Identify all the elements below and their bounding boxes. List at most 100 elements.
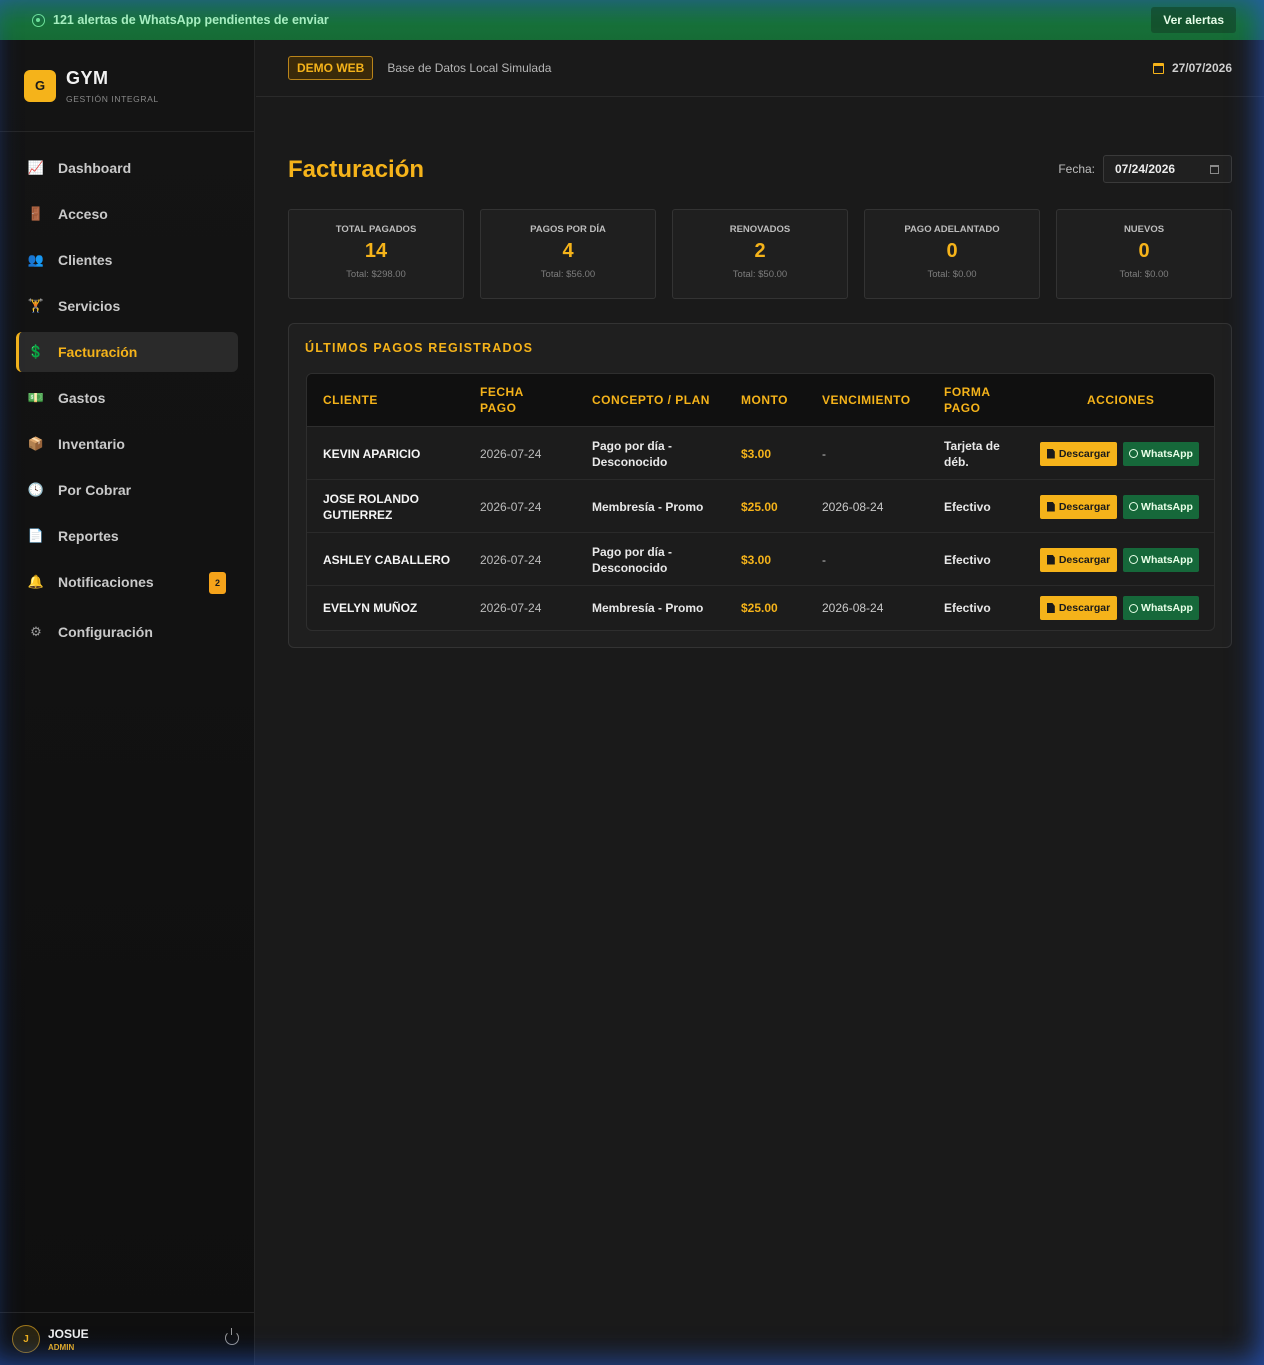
whatsapp-button[interactable]: WhatsApp: [1123, 596, 1199, 620]
gears-icon: ⚙: [30, 624, 42, 639]
whatsapp-button[interactable]: WhatsApp: [1123, 547, 1199, 572]
row-actions: Descargar WhatsApp: [1040, 596, 1199, 620]
file-pdf-icon: [1046, 501, 1055, 512]
sidebar-item-label: Acceso: [58, 206, 108, 222]
summary-card: NUEVOS 0 Total: $0.00: [1056, 209, 1232, 299]
card-value: 2: [754, 240, 766, 262]
payment-concept: Pago por día - Desconocido: [592, 544, 673, 575]
download-label: Descargar: [1058, 553, 1111, 566]
summary-cards: TOTAL PAGADOS 14 Total: $298.00 PAGOS POR D…: [288, 209, 1232, 299]
whatsapp-icon: [1129, 502, 1139, 511]
sidebar-item-door[interactable]: 🚪 Acceso: [16, 194, 238, 234]
download-label: Descargar: [1058, 500, 1111, 513]
table-body: KEVIN APARICIO 2026-07-24 Pago por día - D…: [307, 427, 1214, 630]
table-row: KEVIN APARICIO 2026-07-24 Pago por día - D…: [307, 427, 1214, 480]
whatsapp-icon: [1129, 603, 1139, 613]
brand-name: GYM: [66, 67, 109, 88]
sidebar-item-money[interactable]: 💵 Gastos: [16, 378, 238, 418]
payments-title: ÚLTIMOS PAGOS REGISTRADOS: [305, 341, 534, 355]
current-date-text: 27/07/2026: [1171, 61, 1232, 75]
card-label: NUEVOS: [1123, 224, 1165, 235]
whatsapp-button[interactable]: WhatsApp: [1123, 494, 1199, 519]
sidebar-item-label: Servicios: [58, 298, 121, 314]
download-button[interactable]: Descargar: [1040, 494, 1117, 519]
view-alerts-button[interactable]: Ver alertas: [1151, 7, 1236, 33]
payment-method: Tarjeta de déb.: [944, 438, 1000, 469]
notification-count-badge: 2: [209, 572, 226, 594]
row-actions: Descargar WhatsApp: [1040, 441, 1199, 466]
sidebar-item-invoice[interactable]: 💲 Facturación: [16, 332, 238, 372]
whatsapp-icon: [1129, 555, 1139, 564]
sidebar-item-label: Facturación: [58, 344, 138, 360]
payments-table: CLIENTE FECHA PAGO CONCEPTO / PLAN MONTO VEN…: [306, 373, 1215, 631]
table-row: JOSE ROLANDO GUTIERREZ 2026-07-24 Membresí…: [307, 480, 1214, 533]
alert-text: 121 alertas de WhatsApp pendientes de en…: [53, 13, 329, 27]
avatar[interactable]: J: [12, 1325, 40, 1353]
whatsapp-button[interactable]: WhatsApp: [1123, 441, 1199, 466]
client-name: JOSE ROLANDO GUTIERREZ: [323, 491, 420, 522]
card-total: Total: $298.00: [346, 269, 406, 280]
user-name: JOSUE: [48, 1326, 89, 1341]
expiration-date: 2026-08-24: [822, 601, 884, 615]
sidebar-item-clock[interactable]: 🕓 Por Cobrar: [16, 470, 238, 510]
payment-date: 2026-07-24: [480, 552, 542, 567]
download-button[interactable]: Descargar: [1040, 547, 1117, 572]
whatsapp-label: WhatsApp: [1141, 602, 1193, 614]
summary-card: PAGO ADELANTADO 0 Total: $0.00: [864, 209, 1040, 299]
whatsapp-alert-bar: 121 alertas de WhatsApp pendientes de en…: [0, 0, 1264, 40]
column-header[interactable]: MONTO: [741, 392, 811, 408]
column-header[interactable]: VENCIMIENTO: [822, 392, 932, 408]
payment-amount: $3.00: [741, 552, 772, 567]
sidebar-item-chart-line[interactable]: 📈 Dashboard: [16, 148, 238, 188]
sidebar-item-bell[interactable]: 🔔 Notificaciones 2: [16, 562, 238, 602]
card-label: PAGO ADELANTADO: [904, 224, 1000, 235]
payment-amount: $25.00: [741, 499, 778, 514]
whatsapp-label: WhatsApp: [1141, 500, 1193, 513]
column-header[interactable]: CONCEPTO / PLAN: [592, 392, 732, 408]
payment-amount: $25.00: [741, 601, 778, 615]
column-header[interactable]: FORMA PAGO: [944, 384, 1004, 416]
client-name: EVELYN MUÑOZ: [323, 601, 418, 615]
logout-power-icon[interactable]: [225, 1328, 239, 1345]
user-bar: J JOSUE ADMIN: [0, 1312, 255, 1365]
expiration-date: -: [822, 552, 826, 567]
file-pdf-icon: [1046, 448, 1055, 459]
whatsapp-icon: [32, 13, 45, 27]
brand-subtitle: GESTIÓN INTEGRAL: [66, 93, 159, 104]
sidebar-item-label: Gastos: [58, 390, 106, 406]
sidebar-item-label: Dashboard: [58, 160, 132, 176]
card-total: Total: $0.00: [927, 269, 977, 280]
download-button[interactable]: Descargar: [1040, 441, 1117, 466]
client-name: KEVIN APARICIO: [323, 446, 421, 461]
user-role: ADMIN: [48, 1342, 75, 1352]
download-button[interactable]: Descargar: [1040, 596, 1117, 620]
client-name: ASHLEY CABALLERO: [323, 552, 451, 567]
door-icon: 🚪: [27, 206, 45, 221]
file-pdf-icon: 📄: [27, 528, 45, 543]
payment-amount: $3.00: [741, 446, 772, 461]
payment-method: Efectivo: [944, 552, 991, 567]
calendar-picker-icon[interactable]: [1210, 165, 1219, 174]
sidebar-item-boxes[interactable]: 📦 Inventario: [16, 424, 238, 464]
sidebar-item-label: Por Cobrar: [58, 482, 132, 498]
demo-badge: DEMO WEB: [288, 56, 374, 80]
download-label: Descargar: [1058, 447, 1111, 460]
sidebar-item-users[interactable]: 👥 Clientes: [16, 240, 238, 280]
column-header[interactable]: CLIENTE: [323, 392, 463, 408]
card-label: PAGOS POR DÍA: [530, 224, 606, 235]
column-header[interactable]: ACCIONES: [1087, 392, 1207, 408]
whatsapp-icon: [1129, 449, 1139, 458]
date-filter-label: Fecha:: [1058, 162, 1095, 176]
boxes-icon: 📦: [27, 436, 45, 451]
card-total: Total: $56.00: [540, 269, 596, 280]
date-input[interactable]: 07/24/2026: [1103, 155, 1232, 183]
card-label: TOTAL PAGADOS: [335, 224, 417, 235]
sidebar-item-dumbbell[interactable]: 🏋 Servicios: [16, 286, 238, 326]
card-value: 0: [1138, 240, 1150, 262]
payments-panel: ÚLTIMOS PAGOS REGISTRADOS CLIENTE FECHA P…: [288, 323, 1232, 648]
column-header[interactable]: FECHA PAGO: [480, 384, 540, 416]
sidebar-item-gears[interactable]: ⚙ Configuración: [16, 612, 238, 652]
sidebar-item-file-pdf[interactable]: 📄 Reportes: [16, 516, 238, 556]
payment-date: 2026-07-24: [480, 601, 542, 615]
dumbbell-icon: 🏋: [27, 298, 45, 313]
